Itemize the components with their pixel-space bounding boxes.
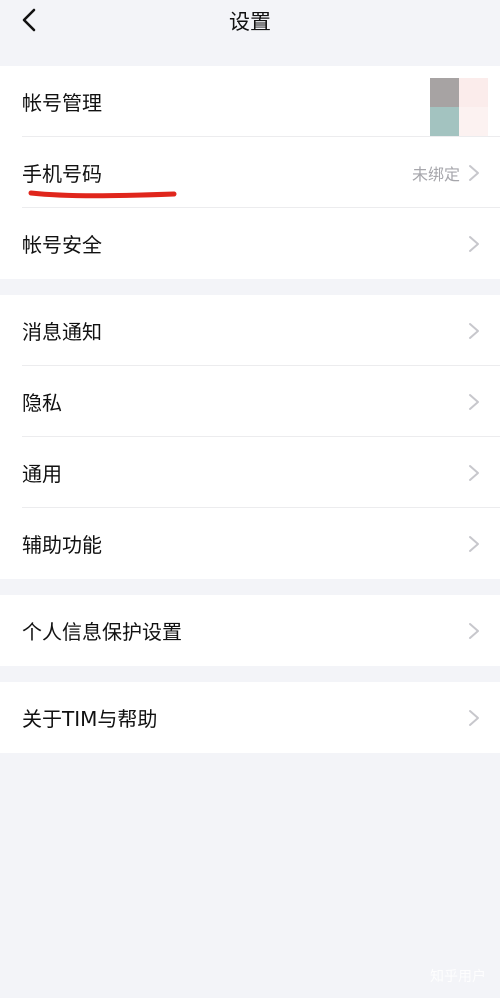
settings-group-account: 帐号管理 手机号码 未绑定 帐号安全 [0, 66, 500, 279]
settings-item-label: 消息通知 [22, 320, 102, 344]
settings-item-about-help[interactable]: 关于TIM与帮助 [0, 682, 500, 753]
settings-item-account-security[interactable]: 帐号安全 [0, 208, 500, 279]
settings-group-general: 消息通知 隐私 通用 辅助功能 [0, 295, 500, 579]
settings-item-label: 帐号安全 [22, 233, 102, 257]
settings-item-privacy[interactable]: 隐私 [0, 366, 500, 437]
page-title: 设置 [229, 10, 271, 34]
settings-group-privacy-protection: 个人信息保护设置 [0, 595, 500, 666]
chevron-right-icon [469, 235, 479, 252]
settings-group-about: 关于TIM与帮助 [0, 682, 500, 753]
settings-item-account-management[interactable]: 帐号管理 [0, 66, 500, 137]
chevron-right-icon [469, 622, 479, 639]
chevron-right-icon [469, 164, 479, 181]
settings-item-general[interactable]: 通用 [0, 437, 500, 508]
chevron-right-icon [469, 393, 479, 410]
settings-item-label: 通用 [22, 462, 62, 486]
settings-item-label: 个人信息保护设置 [22, 620, 182, 644]
chevron-right-icon [469, 464, 479, 481]
chevron-right-icon [469, 322, 479, 339]
chevron-right-icon [469, 709, 479, 726]
settings-item-label: 隐私 [22, 391, 62, 415]
avatar [430, 78, 488, 136]
settings-item-label: 关于TIM与帮助 [22, 707, 158, 731]
settings-item-label: 辅助功能 [22, 533, 102, 557]
settings-item-personal-info-protection[interactable]: 个人信息保护设置 [0, 595, 500, 666]
settings-item-accessibility[interactable]: 辅助功能 [0, 508, 500, 579]
settings-item-notifications[interactable]: 消息通知 [0, 295, 500, 366]
chevron-right-icon [469, 535, 479, 552]
red-underline-annotation [28, 190, 177, 199]
watermark: 知乎用户 [430, 969, 486, 985]
settings-item-label: 帐号管理 [22, 91, 102, 115]
nav-bar: 设置 [0, 0, 500, 66]
phone-binding-status: 未绑定 [411, 164, 460, 184]
